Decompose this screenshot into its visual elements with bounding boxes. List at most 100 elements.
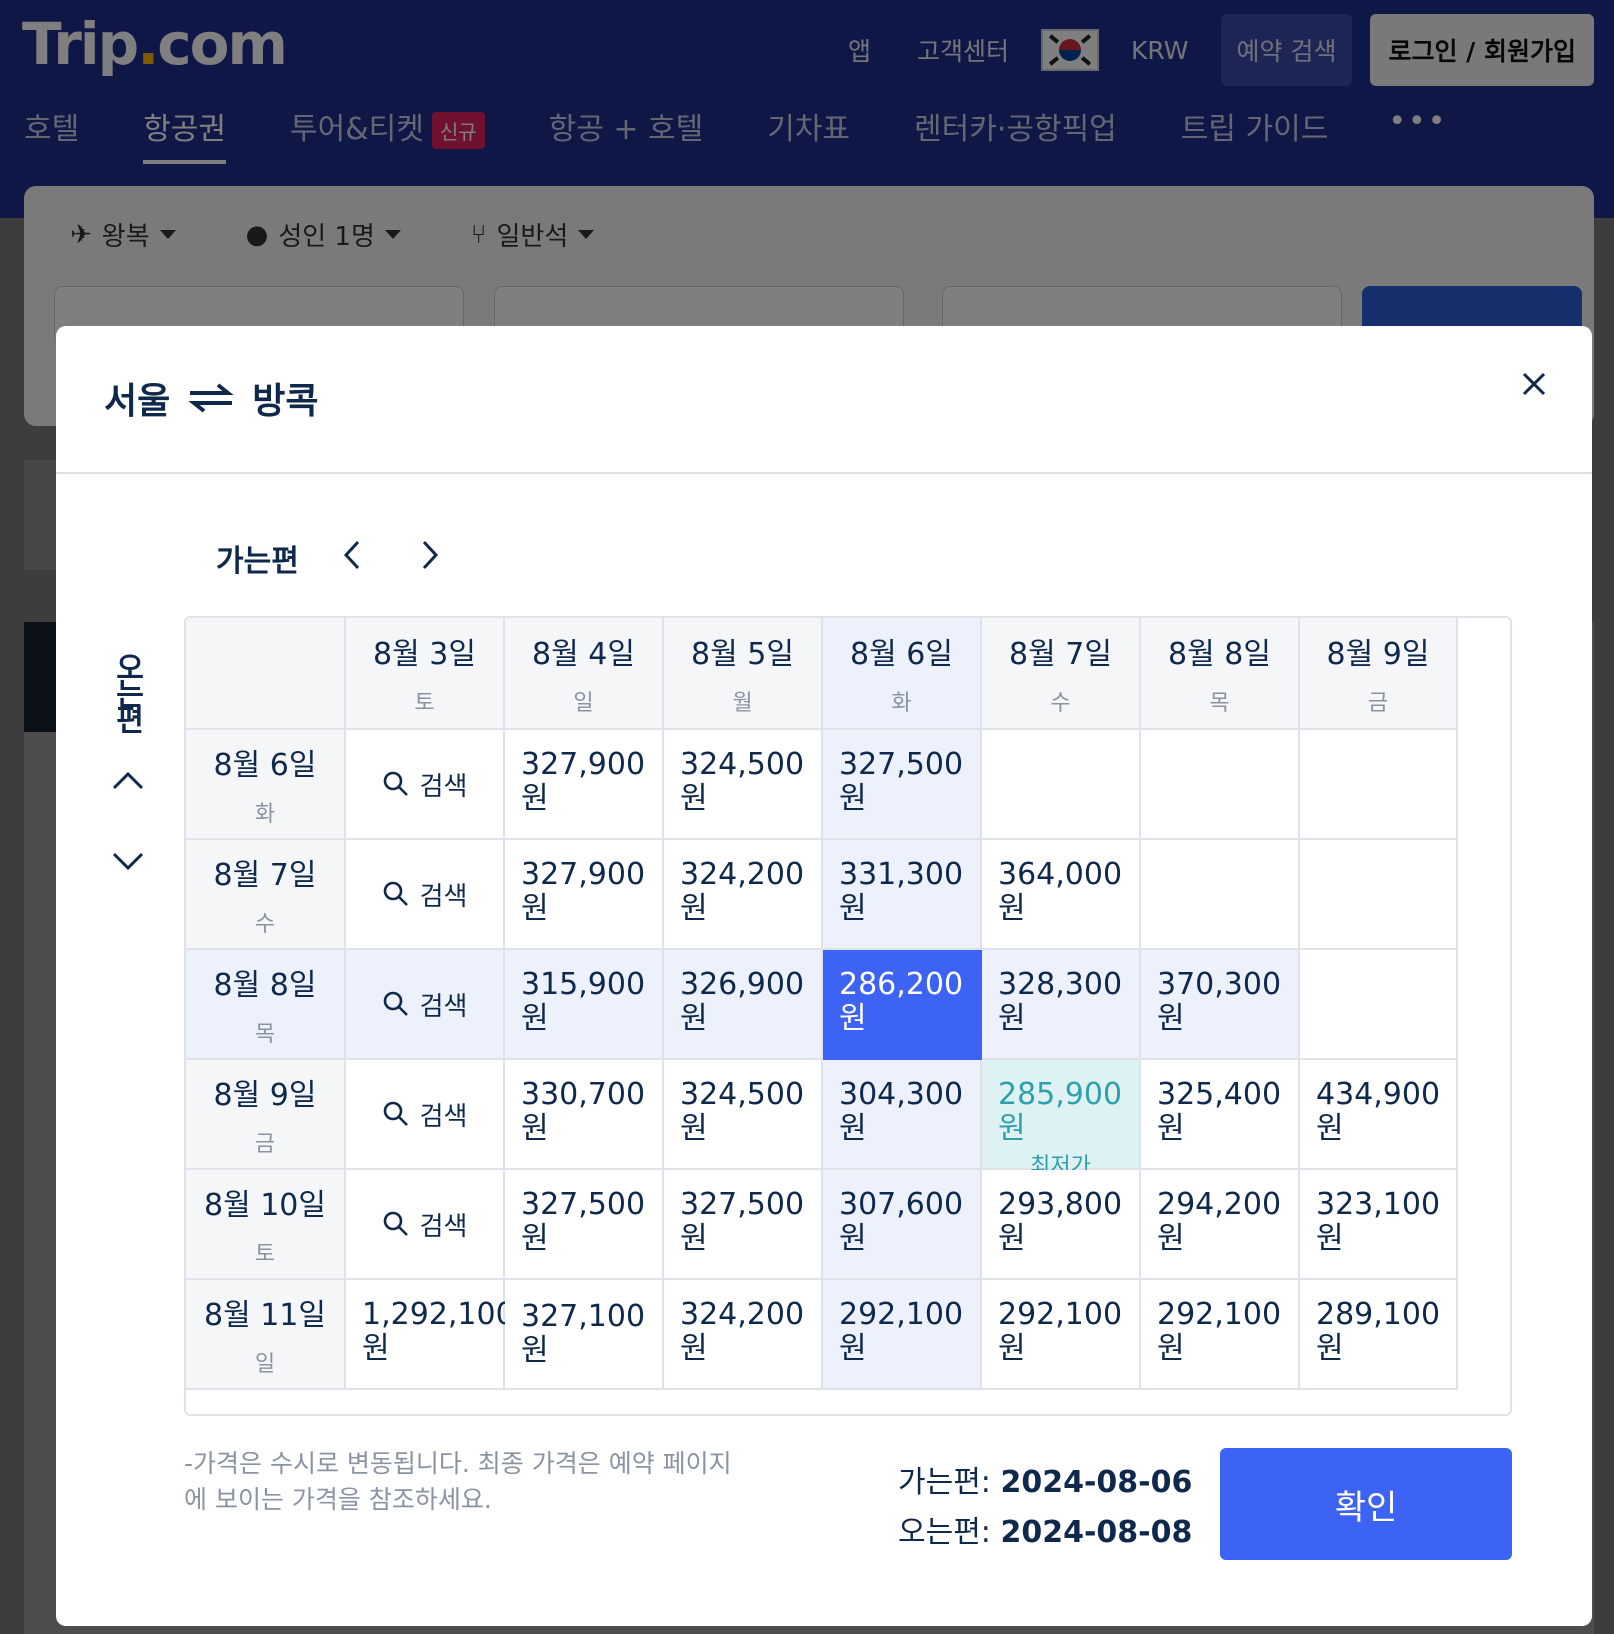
header-weekday: 목: [1209, 691, 1230, 716]
return-date-header: 8월 8일 목: [186, 950, 346, 1060]
price-value: 292,100 원: [1157, 1297, 1282, 1366]
price-value: 294,200 원: [1157, 1187, 1282, 1256]
price-value: 315,900 원: [521, 967, 646, 1036]
price-cell[interactable]: 327,900 원: [505, 730, 664, 840]
price-cell[interactable]: 330,700 원: [505, 1060, 664, 1170]
search-date-cell[interactable]: 검색: [346, 730, 505, 840]
row-date: 8월 7일: [213, 858, 317, 893]
header-date: 8월 6일: [850, 637, 953, 672]
chevron-up-icon[interactable]: [108, 766, 148, 796]
header-date: 8월 7일: [1009, 637, 1112, 672]
price-value: 324,200 원: [680, 857, 805, 926]
chevron-left-icon[interactable]: [336, 538, 370, 572]
chevron-right-icon[interactable]: [412, 538, 446, 572]
row-date: 8월 9일: [213, 1078, 317, 1113]
price-value: 304,300 원: [839, 1077, 964, 1146]
price-cell[interactable]: 324,200 원: [664, 1280, 823, 1390]
header-date: 8월 9일: [1326, 637, 1430, 672]
price-cell[interactable]: 370,300 원: [1141, 950, 1300, 1060]
price-value: 286,200 원: [839, 967, 964, 1036]
price-value: 285,900 원: [998, 1077, 1123, 1146]
price-cell[interactable]: 292,100 원: [982, 1280, 1141, 1390]
row-weekday: 토: [254, 1242, 276, 1267]
lowest-price-cell[interactable]: 285,900 원 최저가: [982, 1060, 1141, 1179]
price-cell[interactable]: 286,200 원: [823, 950, 982, 1060]
header-weekday: 토: [414, 691, 435, 716]
price-cell[interactable]: 325,400 원: [1141, 1060, 1300, 1170]
price-value: 323,100 원: [1316, 1187, 1441, 1256]
price-cell[interactable]: 304,300 원: [823, 1060, 982, 1170]
price-value: 327,900 원: [521, 857, 646, 926]
row-weekday: 금: [254, 1132, 276, 1157]
row-weekday: 일: [254, 1352, 276, 1377]
price-cell[interactable]: 307,600 원: [823, 1170, 982, 1280]
outbound-date-header: 8월 5일월: [664, 618, 823, 730]
price-value: 292,100 원: [998, 1297, 1123, 1366]
price-cell[interactable]: 324,500 원: [664, 1060, 823, 1170]
price-cell[interactable]: 315,900 원: [505, 950, 664, 1060]
price-value: 289,100 원: [1316, 1297, 1441, 1366]
round-trip-arrows-icon: [188, 383, 234, 413]
price-value: 327,500 원: [521, 1187, 646, 1256]
header-weekday: 일: [573, 691, 594, 716]
price-cell[interactable]: 289,100 원: [1300, 1280, 1458, 1390]
price-value: 324,200 원: [680, 1297, 805, 1366]
price-value: 331,300 원: [839, 857, 964, 926]
price-value: 327,900 원: [521, 747, 646, 816]
price-cell[interactable]: 292,100 원: [1141, 1280, 1300, 1390]
header-weekday: 월: [732, 691, 753, 716]
header-weekday: 금: [1367, 691, 1389, 716]
return-date-header: 8월 6일 화: [186, 730, 346, 840]
header-date: 8월 5일: [691, 637, 794, 672]
price-value: 292,100 원: [839, 1297, 964, 1366]
price-cell[interactable]: 324,200 원: [664, 840, 823, 950]
price-value: 1,292,100 원: [362, 1297, 515, 1366]
search-date-cell[interactable]: 검색: [346, 1060, 505, 1170]
price-value: 327,500 원: [680, 1187, 805, 1256]
price-cell[interactable]: 331,300 원: [823, 840, 982, 950]
price-cell[interactable]: 327,500 원: [664, 1170, 823, 1280]
price-cell[interactable]: 323,100 원: [1300, 1170, 1458, 1280]
price-value: 327,500 원: [839, 747, 964, 816]
row-weekday: 목: [254, 1022, 276, 1047]
return-date-header: 8월 7일수: [186, 840, 346, 950]
price-cell[interactable]: 434,900 원: [1300, 1060, 1458, 1170]
price-cell[interactable]: 293,800 원: [982, 1170, 1141, 1280]
price-cell[interactable]: 327,900 원: [505, 840, 664, 950]
search-icon: [383, 881, 408, 906]
price-cell[interactable]: 292,100 원: [823, 1280, 982, 1390]
price-calendar-grid: 8월 3일 토 8월 4일 일 8월 5일 월 8월 6일 화 8월 7일 수 8월 8일 목 8월 9…: [184, 616, 1512, 1416]
price-cell[interactable]: 294,200 원: [1141, 1170, 1300, 1280]
search-label: 검색: [419, 991, 468, 1022]
price-cell[interactable]: 328,300 원: [982, 950, 1141, 1060]
price-cell[interactable]: 326,900 원: [664, 950, 823, 1060]
search-label: 검색: [419, 1211, 468, 1242]
row-date: 8월 6일: [213, 748, 317, 783]
row-weekday: 수: [254, 912, 276, 937]
search-icon: [383, 1211, 408, 1236]
confirm-button[interactable]: 확인: [1220, 1448, 1512, 1560]
search-date-cell[interactable]: 검색: [346, 950, 505, 1060]
search-icon: [383, 1101, 408, 1126]
price-value: 328,300 원: [998, 967, 1123, 1036]
price-value: 434,900 원: [1316, 1077, 1441, 1146]
price-value: 324,500 원: [680, 1077, 805, 1146]
outbound-date-header: 8월 7일 수: [982, 618, 1141, 730]
header-date: 8월 4일: [532, 637, 635, 672]
price-cell[interactable]: 327,500 원: [505, 1170, 664, 1280]
price-cell[interactable]: 327,500 원: [823, 730, 982, 840]
price-cell[interactable]: 327,100원: [505, 1280, 664, 1390]
search-label: 검색: [419, 771, 468, 802]
search-date-cell[interactable]: 검색: [346, 840, 505, 950]
price-cell[interactable]: 324,500 원: [664, 730, 823, 840]
search-date-cell[interactable]: 검색: [346, 1170, 505, 1280]
empty-cell: [1300, 950, 1458, 1060]
outbound-date-header: 8월 4일일: [505, 618, 664, 730]
price-cell[interactable]: 364,000 원: [982, 840, 1141, 950]
chevron-down-icon[interactable]: [108, 846, 148, 876]
price-cell[interactable]: 1,292,100 원: [346, 1280, 515, 1390]
return-date-header: 8월 10일 토: [186, 1170, 346, 1280]
price-notice: -가격은 수시로 변동됩니다. 최종 가격은 예약 페이지에 보이는 가격을 참…: [184, 1449, 732, 1514]
row-date: 8월 11일: [204, 1298, 326, 1333]
close-icon[interactable]: [1516, 366, 1552, 402]
